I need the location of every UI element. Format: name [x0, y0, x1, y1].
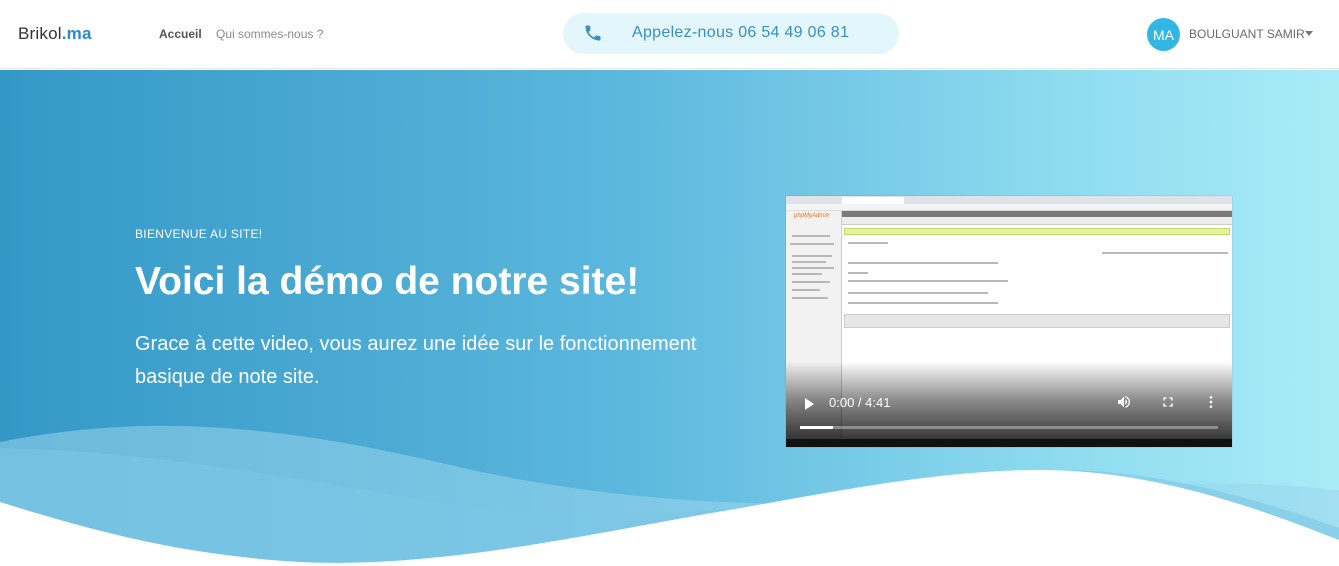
video-progress-bar[interactable] — [800, 426, 1218, 429]
user-menu-toggle[interactable]: BOULGUANT SAMIR — [1189, 27, 1305, 41]
brand-tld: .ma — [61, 24, 92, 43]
video-frame-line — [848, 280, 1008, 282]
hero-section: BIENVENUE AU SITE! Voici la démo de notr… — [0, 70, 1339, 566]
hero-eyebrow: BIENVENUE AU SITE! — [135, 227, 263, 241]
call-us-button[interactable]: Appelez-nous 06 54 49 06 81 — [563, 13, 899, 54]
avatar[interactable]: MA — [1147, 18, 1180, 51]
video-frame-tab — [842, 197, 904, 204]
video-frame-line — [792, 297, 828, 299]
video-frame-line — [848, 272, 868, 274]
video-frame-line — [790, 243, 834, 245]
video-progress-fill — [800, 426, 834, 429]
video-frame-line — [792, 255, 832, 257]
video-frame-logo: phpMyAdmin — [794, 213, 830, 219]
fullscreen-icon[interactable] — [1160, 394, 1176, 410]
video-frame-line — [1102, 252, 1228, 254]
more-options-icon[interactable] — [1203, 394, 1219, 410]
video-frame-line — [792, 267, 834, 269]
video-frame-panel — [844, 314, 1230, 328]
video-frame-line — [792, 289, 820, 291]
video-frame-line — [792, 281, 830, 283]
video-frame-line — [792, 235, 830, 237]
play-icon[interactable] — [805, 398, 814, 410]
hero-title: Voici la démo de notre site! — [135, 260, 640, 303]
video-time: 0:00 / 4:41 — [829, 395, 891, 410]
brand-logo[interactable]: Brikol.ma — [18, 24, 92, 44]
video-frame-line — [792, 261, 826, 263]
hero-subtitle: Grace à cette video, vous aurez une idée… — [135, 333, 697, 388]
phone-icon — [585, 25, 601, 41]
volume-icon[interactable] — [1116, 394, 1132, 410]
video-frame-line — [848, 242, 888, 244]
nav-link-accueil[interactable]: Accueil — [159, 27, 202, 41]
video-frame-line — [848, 302, 998, 304]
video-frame-line — [848, 262, 998, 264]
video-frame-address-bar — [786, 204, 1232, 211]
video-frame-browser-tabs — [786, 196, 1232, 204]
navbar: Brikol.ma Accueil Qui sommes-nous ? Appe… — [0, 0, 1339, 69]
video-frame-line — [792, 273, 822, 275]
video-frame-menu — [842, 217, 1232, 225]
video-bottom-strip — [786, 439, 1232, 447]
phone-label: Appelez-nous 06 54 49 06 81 — [632, 24, 850, 41]
video-frame-success-bar — [844, 228, 1230, 235]
caret-down-icon[interactable] — [1305, 31, 1313, 36]
video-controls-bar: 0:00 / 4:41 — [786, 361, 1232, 447]
video-frame-line — [848, 292, 988, 294]
brand-name: Brikol — [18, 24, 62, 43]
demo-video-player[interactable]: phpMyAdmin 0:00 / 4:41 — [786, 196, 1232, 447]
nav-link-qui-sommes-nous[interactable]: Qui sommes-nous ? — [216, 27, 323, 41]
